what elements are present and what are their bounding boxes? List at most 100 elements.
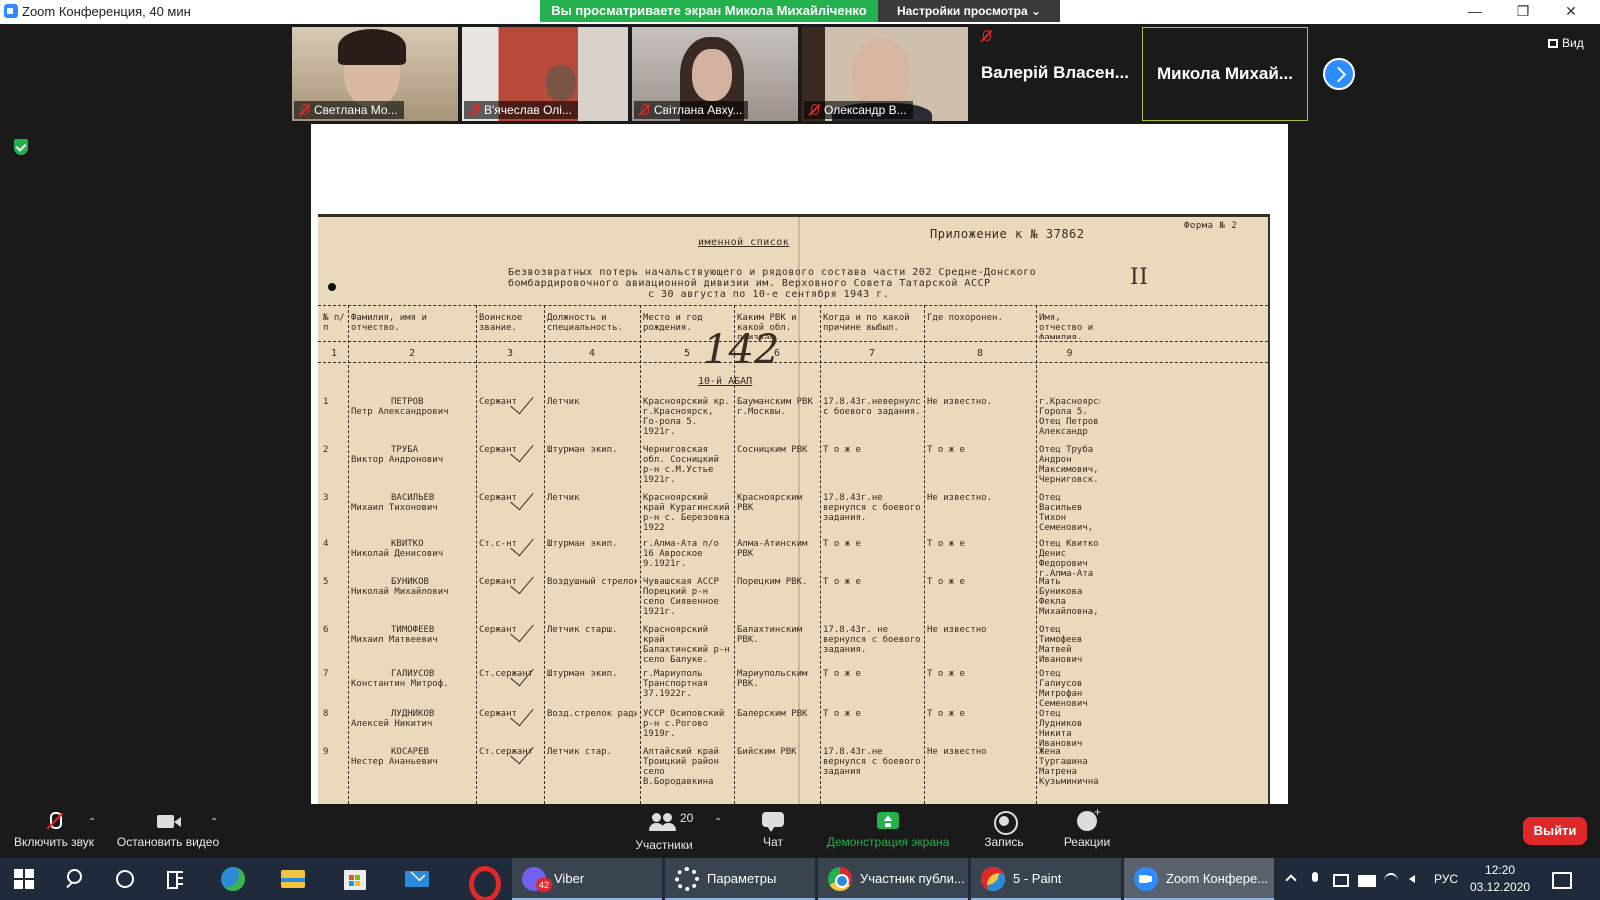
view-button[interactable]: Вид <box>1548 36 1584 50</box>
battery-icon[interactable] <box>1358 872 1376 887</box>
search-icon[interactable] <box>50 858 100 900</box>
view-settings-dropdown[interactable]: Настройки просмотра ⌄ <box>878 0 1060 22</box>
table-cell-rvk: Бауманским РВК г.Москвы. <box>737 397 813 417</box>
participants-icon <box>648 811 676 833</box>
participant-tile-active-speaker[interactable]: Микола Михай... <box>1142 27 1308 121</box>
table-cell-relatives: Отец Васильев Тихон Семенович, Красноярс… <box>1039 493 1094 533</box>
table-cell-name: Петр Александрович <box>351 407 449 417</box>
reactions-label: Реакции <box>1063 835 1111 849</box>
table-cell-birth: Красноярский край Курагинский р-н с. Бер… <box>643 493 730 533</box>
table-cell-buried: Т о ж е <box>927 539 965 549</box>
opera-browser-icon[interactable] <box>454 858 504 900</box>
restore-button[interactable]: ❐ <box>1500 0 1546 24</box>
windows-start-icon[interactable] <box>0 858 50 900</box>
section-label: 10-й АБАП <box>698 376 753 387</box>
chat-button[interactable]: Чат <box>748 805 798 857</box>
table-cell-name: Михаил Матвеевич <box>351 635 438 645</box>
table-cell-name: Виктор Андронович <box>351 455 444 465</box>
table-cell-role: Штурман экип. <box>547 539 618 549</box>
taskbar-app-viber[interactable]: 42 Viber <box>512 858 662 900</box>
table-column-number: 9 <box>1066 348 1073 359</box>
meet-now-icon[interactable] <box>1332 872 1349 887</box>
taskbar-app-chrome[interactable]: Участник публи... <box>818 858 968 900</box>
mic-muted-icon <box>808 104 820 116</box>
table-cell-birth: УССР Осиповский р-н с.Рогово 1919г. <box>643 709 725 739</box>
minimize-button[interactable]: — <box>1452 0 1498 24</box>
table-cell-birth: Красноярский край Балахтинский р-н село … <box>643 625 730 665</box>
table-cell-n: 3 <box>323 493 329 503</box>
edge-browser-icon[interactable] <box>207 858 257 900</box>
taskbar-app-label: Параметры <box>707 871 777 886</box>
unread-badge: 42 <box>536 878 552 892</box>
table-column-header: Фамилия, имя и отчество. <box>351 313 427 333</box>
doc-corner-number: II <box>1130 265 1149 290</box>
participant-tile[interactable]: Олександр В... <box>802 27 968 121</box>
show-hidden-icons-chevron-icon[interactable] <box>1284 872 1298 886</box>
task-view-icon[interactable] <box>150 858 200 900</box>
participant-face <box>546 65 576 101</box>
taskbar-app-zoom[interactable]: Zoom Конфере... <box>1124 858 1274 900</box>
participant-tile[interactable]: Светлана Мо... <box>292 27 458 121</box>
table-cell-n: 9 <box>323 747 329 757</box>
table-cell-role: Штурман экип. <box>547 669 618 679</box>
participants-label: Участники <box>635 838 693 852</box>
zoom-icon <box>1134 867 1158 891</box>
table-cell-role: Летчик стар. <box>547 747 613 757</box>
unmute-button[interactable]: Включить звук <box>8 805 100 857</box>
participants-options-caret[interactable]: ⌃ <box>714 817 722 828</box>
table-column-number: 2 <box>409 348 416 359</box>
mail-icon[interactable] <box>392 858 442 900</box>
wifi-icon[interactable] <box>1384 872 1398 886</box>
participant-tile[interactable]: Світлана Авху... <box>632 27 798 121</box>
zoom-app-icon <box>4 4 18 18</box>
close-button[interactable]: ✕ <box>1548 0 1594 24</box>
table-column-number: 4 <box>589 348 596 359</box>
windows-taskbar: 42 Viber Параметры Участник публи... 5 -… <box>0 858 1600 900</box>
system-clock[interactable]: 12:20 03.12.2020 <box>1470 862 1530 896</box>
clock-date: 03.12.2020 <box>1470 880 1531 894</box>
share-screen-button[interactable]: Демонстрация экрана <box>818 805 958 857</box>
table-column-header: № п/п <box>323 313 345 333</box>
table-cell-when: 17.8.43г.невернулся с боевого задания. <box>823 397 921 417</box>
camera-icon <box>154 811 182 833</box>
participant-tile[interactable]: В'ячеслав Олі... <box>462 27 628 121</box>
participant-name-tag: Светлана Мо... <box>294 101 404 119</box>
window-title: Zoom Конференция, 40 мин <box>22 4 191 19</box>
security-shield-icon[interactable] <box>14 139 28 155</box>
table-border <box>318 341 1268 342</box>
microphone-tray-icon[interactable] <box>1308 872 1322 886</box>
table-cell-n: 7 <box>323 669 329 679</box>
table-cell-name: Константин Митроф. <box>351 679 449 689</box>
leave-button[interactable]: Выйти <box>1523 817 1587 845</box>
next-page-button[interactable] <box>1323 58 1355 90</box>
record-button[interactable]: Запись <box>978 805 1030 857</box>
mic-muted-icon <box>980 30 994 44</box>
taskbar-app-paint[interactable]: 5 - Paint <box>971 858 1121 900</box>
table-cell-surname: ПЕТРОВ <box>391 397 424 407</box>
table-cell-rvk: Красноярским РВК <box>737 493 803 513</box>
doc-header-right: Приложение к № 37862 <box>930 227 1085 241</box>
file-explorer-icon[interactable] <box>268 858 318 900</box>
reactions-button[interactable]: Реакции <box>1057 805 1117 857</box>
share-screen-icon <box>874 811 902 833</box>
doc-header-left: именной список <box>698 237 790 248</box>
volume-icon[interactable] <box>1408 872 1422 886</box>
table-cell-surname: КВИТКО <box>391 539 424 549</box>
mic-muted-icon <box>40 811 68 833</box>
share-screen-label: Демонстрация экрана <box>826 835 950 849</box>
notifications-icon[interactable] <box>1552 872 1572 889</box>
table-cell-birth: Чувашская АССР Порецкий р-н село Сиявенн… <box>643 577 719 617</box>
input-language[interactable]: РУС <box>1434 858 1458 900</box>
table-cell-birth: Черниговская обл. Сосницкий р-н с.М.Усть… <box>643 445 719 485</box>
stop-video-button[interactable]: Остановить видео <box>112 805 224 857</box>
video-options-caret[interactable]: ⌃ <box>210 817 218 828</box>
participants-button[interactable]: 20 Участники <box>624 805 704 857</box>
participant-tile[interactable]: Валерій Власен... <box>972 27 1138 121</box>
audio-options-caret[interactable]: ⌃ <box>88 817 96 828</box>
store-icon[interactable] <box>330 858 380 900</box>
taskbar-app-settings[interactable]: Параметры <box>665 858 815 900</box>
table-cell-n: 4 <box>323 539 329 549</box>
table-cell-buried: Т о ж е <box>927 709 965 719</box>
cortana-icon[interactable] <box>100 858 150 900</box>
participant-name: В'ячеслав Олі... <box>484 103 572 117</box>
